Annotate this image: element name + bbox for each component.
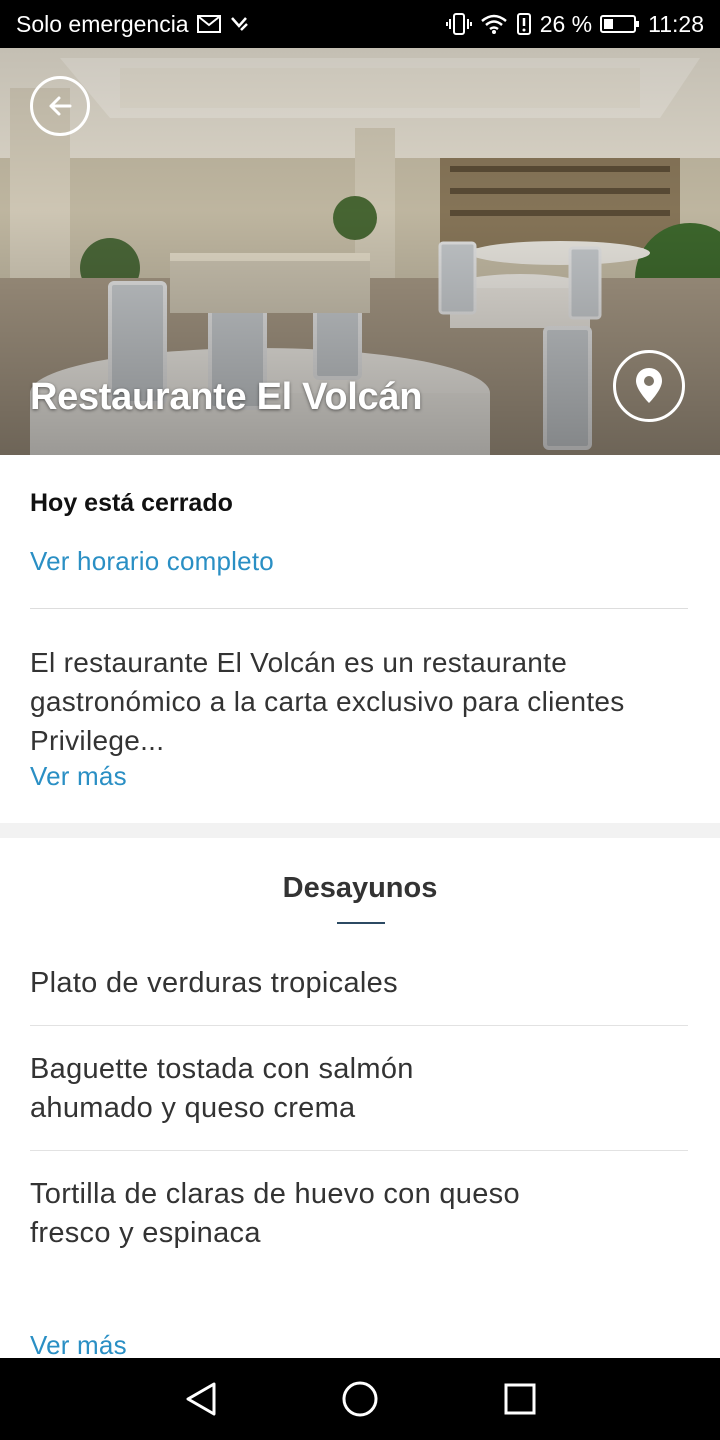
battery-icon (600, 14, 640, 34)
restaurant-title: Restaurante El Volcán (30, 376, 423, 418)
heading-underline (337, 922, 385, 924)
divider (30, 608, 688, 609)
clock: 11:28 (648, 10, 704, 37)
back-triangle-icon (186, 1382, 216, 1416)
menu-item-line: Tortilla de claras de huevo con queso (30, 1178, 520, 1210)
menu-item: Tortilla de claras de huevo con queso fr… (30, 1175, 650, 1253)
menu-more-link[interactable]: Ver más (30, 1330, 127, 1361)
map-pin-icon (636, 368, 662, 403)
battery-alert-icon (516, 12, 532, 36)
recents-square-icon (504, 1383, 536, 1415)
description-more-link[interactable]: Ver más (30, 761, 127, 792)
divider (30, 1150, 688, 1151)
menu-item-line: ahumado y queso crema (30, 1092, 356, 1124)
restaurant-description: El restaurante El Volcán es un restauran… (30, 647, 625, 756)
wifi-icon (480, 13, 508, 35)
nav-back-button[interactable] (181, 1379, 221, 1419)
carrier-text: Solo emergencia (16, 10, 189, 37)
menu-item-line: fresco y espinaca (30, 1217, 261, 1249)
back-button[interactable] (30, 76, 90, 136)
signal-status-icon (229, 14, 249, 34)
location-button[interactable] (613, 350, 685, 422)
menu-item: Baguette tostada con salmón ahumado y qu… (30, 1050, 650, 1128)
status-left: Solo emergencia (16, 11, 249, 38)
status-bar: Solo emergencia 26 % 11:28 (0, 0, 720, 48)
menu-item-line: Baguette tostada con salmón (30, 1053, 414, 1085)
battery-percent: 26 % (539, 10, 593, 37)
status-right: 26 % 11:28 (445, 10, 704, 38)
hero-banner: Restaurante El Volcán (0, 48, 720, 455)
divider (30, 1025, 688, 1026)
mail-icon (196, 14, 221, 34)
section-separator (0, 823, 720, 838)
menu-section: Desayunos Plato de verduras tropicales B… (0, 838, 720, 1361)
nav-home-button[interactable] (340, 1379, 380, 1419)
home-circle-icon (342, 1381, 378, 1417)
arrow-left-icon (49, 96, 72, 116)
menu-item-line: Plato de verduras tropicales (30, 967, 398, 999)
full-schedule-link[interactable]: Ver horario completo (30, 546, 274, 577)
menu-item: Plato de verduras tropicales (30, 964, 650, 1003)
navigation-bar (0, 1358, 720, 1440)
menu-heading: Desayunos (282, 872, 438, 904)
opening-status: Hoy está cerrado (30, 489, 233, 517)
nav-recents-button[interactable] (500, 1379, 540, 1419)
vibrate-icon (445, 12, 472, 36)
info-section: Hoy está cerrado Ver horario completo El… (0, 455, 720, 823)
